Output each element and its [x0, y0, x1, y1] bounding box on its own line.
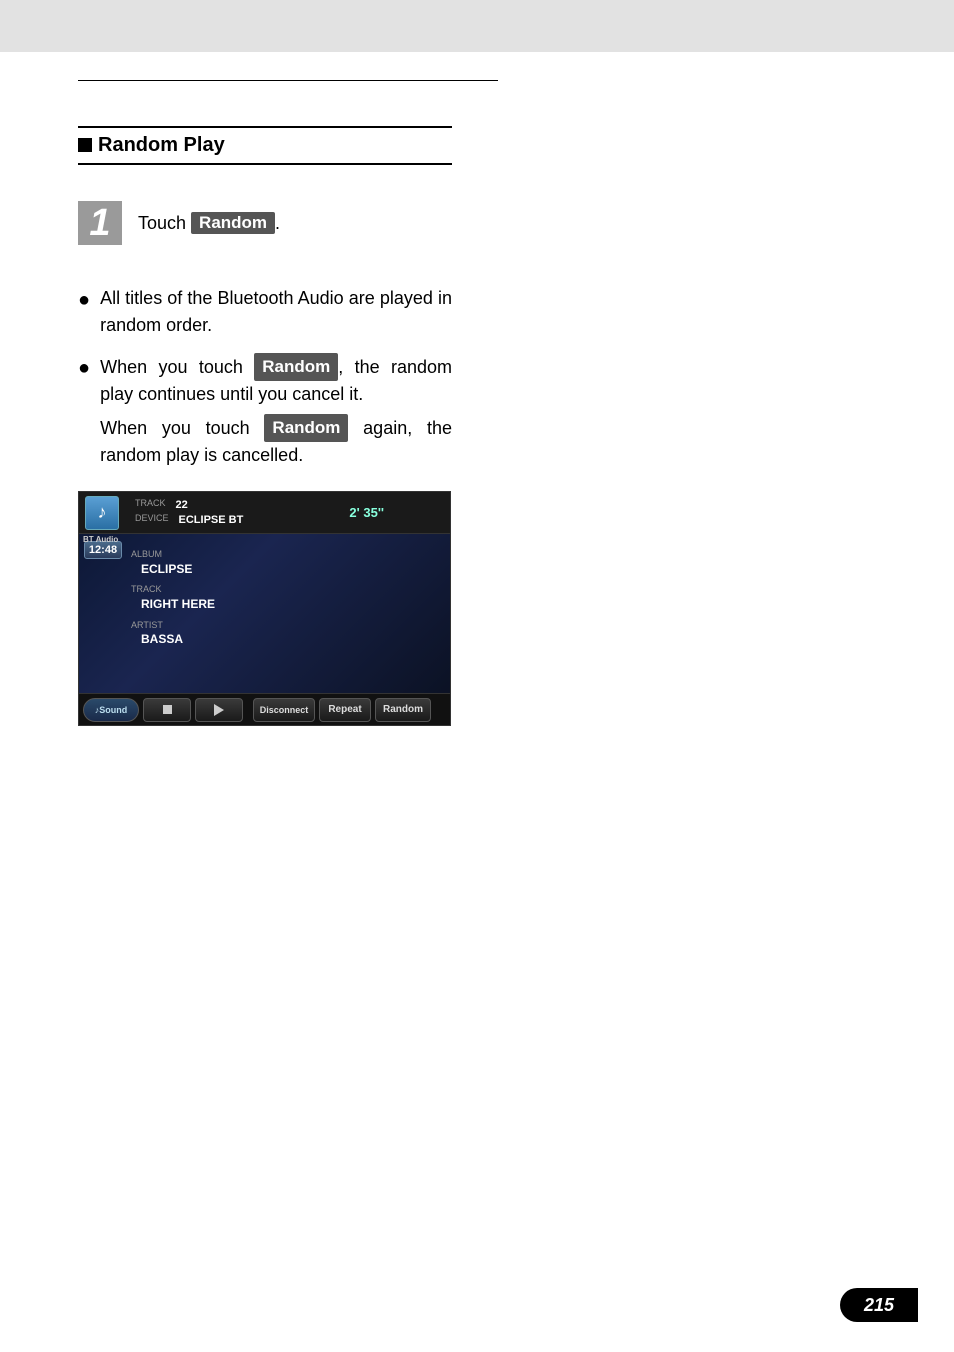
album-value: ECLIPSE — [141, 561, 215, 578]
track-value: 22 — [176, 498, 188, 512]
screenshot-body: 12:48 ALBUM ECLIPSE TRACK RIGHT HERE ART… — [79, 534, 450, 689]
track-label: TRACK — [135, 498, 166, 512]
bullet2-pre: When you touch — [100, 357, 254, 377]
stop-button[interactable] — [143, 698, 191, 722]
header-band — [0, 0, 954, 52]
artist-value: BASSA — [141, 631, 215, 648]
album-label: ALBUM — [131, 548, 215, 561]
bullet-1-text: All titles of the Bluetooth Audio are pl… — [100, 285, 452, 339]
screenshot-bottombar: ♪Sound Disconnect Repeat Random — [79, 693, 450, 725]
step-number-badge: 1 — [78, 201, 122, 245]
trackname-label: TRACK — [131, 583, 215, 596]
elapsed-time: 2' 35'' — [349, 505, 444, 520]
clock-badge[interactable]: 12:48 — [84, 541, 122, 559]
bullet-item-2: ● When you touch Random, the random play… — [78, 353, 452, 469]
device-value: ECLIPSE BT — [179, 513, 244, 527]
trackname-value: RIGHT HERE — [141, 596, 215, 613]
bullet2-sub: When you touch Random again, the random … — [100, 414, 452, 469]
disconnect-button[interactable]: Disconnect — [253, 698, 315, 722]
random-button-label-3: Random — [264, 414, 348, 442]
play-button[interactable] — [195, 698, 243, 722]
random-button[interactable]: Random — [375, 698, 431, 722]
bullet-2-body: When you touch Random, the random play c… — [100, 353, 452, 469]
artist-label: ARTIST — [131, 619, 215, 632]
bullet2-sub-pre: When you touch — [100, 418, 264, 438]
step-prefix: Touch — [138, 213, 191, 233]
screenshot-topbar: ♪ BT Audio TRACK 22 DEVICE ECLIPSE BT 2'… — [79, 492, 450, 534]
step-instruction: Touch Random. — [138, 212, 280, 234]
play-icon — [214, 704, 224, 716]
bullet-item-1: ● All titles of the Bluetooth Audio are … — [78, 285, 452, 339]
bt-audio-icon[interactable]: ♪ — [85, 496, 119, 530]
step-row: 1 Touch Random. — [78, 201, 452, 245]
step-suffix: . — [275, 213, 280, 233]
metadata-area: ALBUM ECLIPSE TRACK RIGHT HERE ARTIST BA… — [127, 534, 219, 689]
bullet-dot-icon: ● — [78, 285, 90, 339]
section-title-text: Random Play — [98, 134, 225, 156]
section-title: Random Play — [78, 134, 452, 157]
device-screenshot: ♪ BT Audio TRACK 22 DEVICE ECLIPSE BT 2'… — [78, 491, 451, 726]
clock-area: 12:48 — [79, 534, 127, 689]
random-button-label: Random — [191, 212, 275, 234]
bullet-dot-icon: ● — [78, 353, 90, 469]
device-label: DEVICE — [135, 513, 169, 527]
screenshot-topinfo: TRACK 22 DEVICE ECLIPSE BT — [135, 498, 243, 527]
content-area: Random Play 1 Touch Random. ● All titles… — [0, 81, 530, 726]
square-bullet-icon — [78, 138, 92, 152]
random-button-label-2: Random — [254, 353, 338, 381]
page-number: 215 — [840, 1288, 918, 1322]
bt-audio-label: BT Audio — [83, 535, 118, 544]
sound-button[interactable]: ♪Sound — [83, 698, 139, 722]
stop-icon — [163, 705, 172, 714]
section-title-wrap: Random Play — [78, 126, 452, 165]
repeat-button[interactable]: Repeat — [319, 698, 371, 722]
